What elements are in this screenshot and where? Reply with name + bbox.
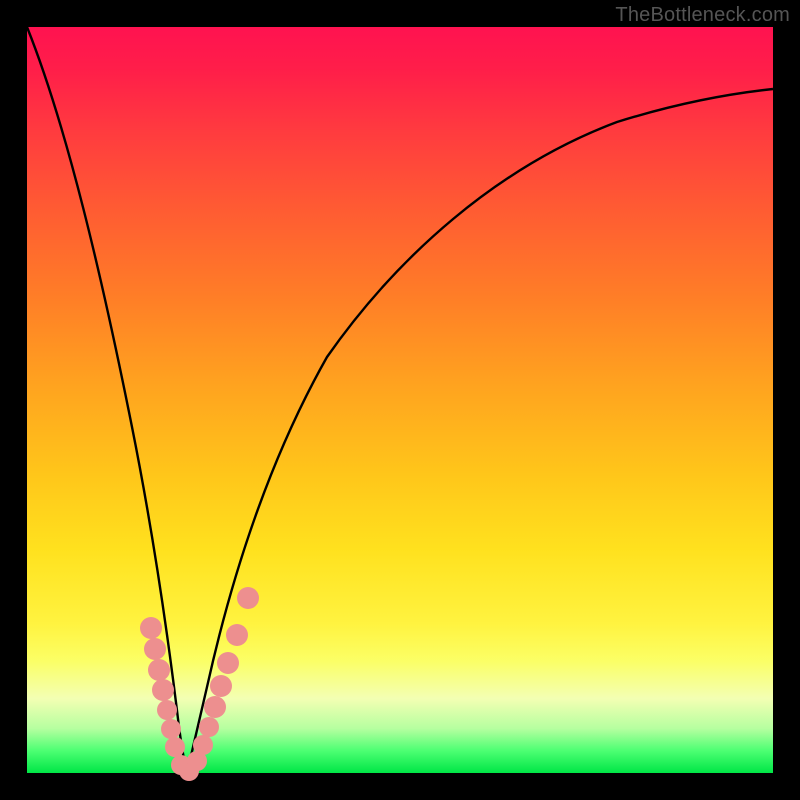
chart-canvas: TheBottleneck.com	[0, 0, 800, 800]
plot-area	[27, 27, 773, 773]
curve-right-branch	[187, 89, 773, 773]
curve-layer	[27, 27, 773, 773]
valley-dots	[140, 587, 259, 781]
watermark-text: TheBottleneck.com	[615, 4, 790, 27]
